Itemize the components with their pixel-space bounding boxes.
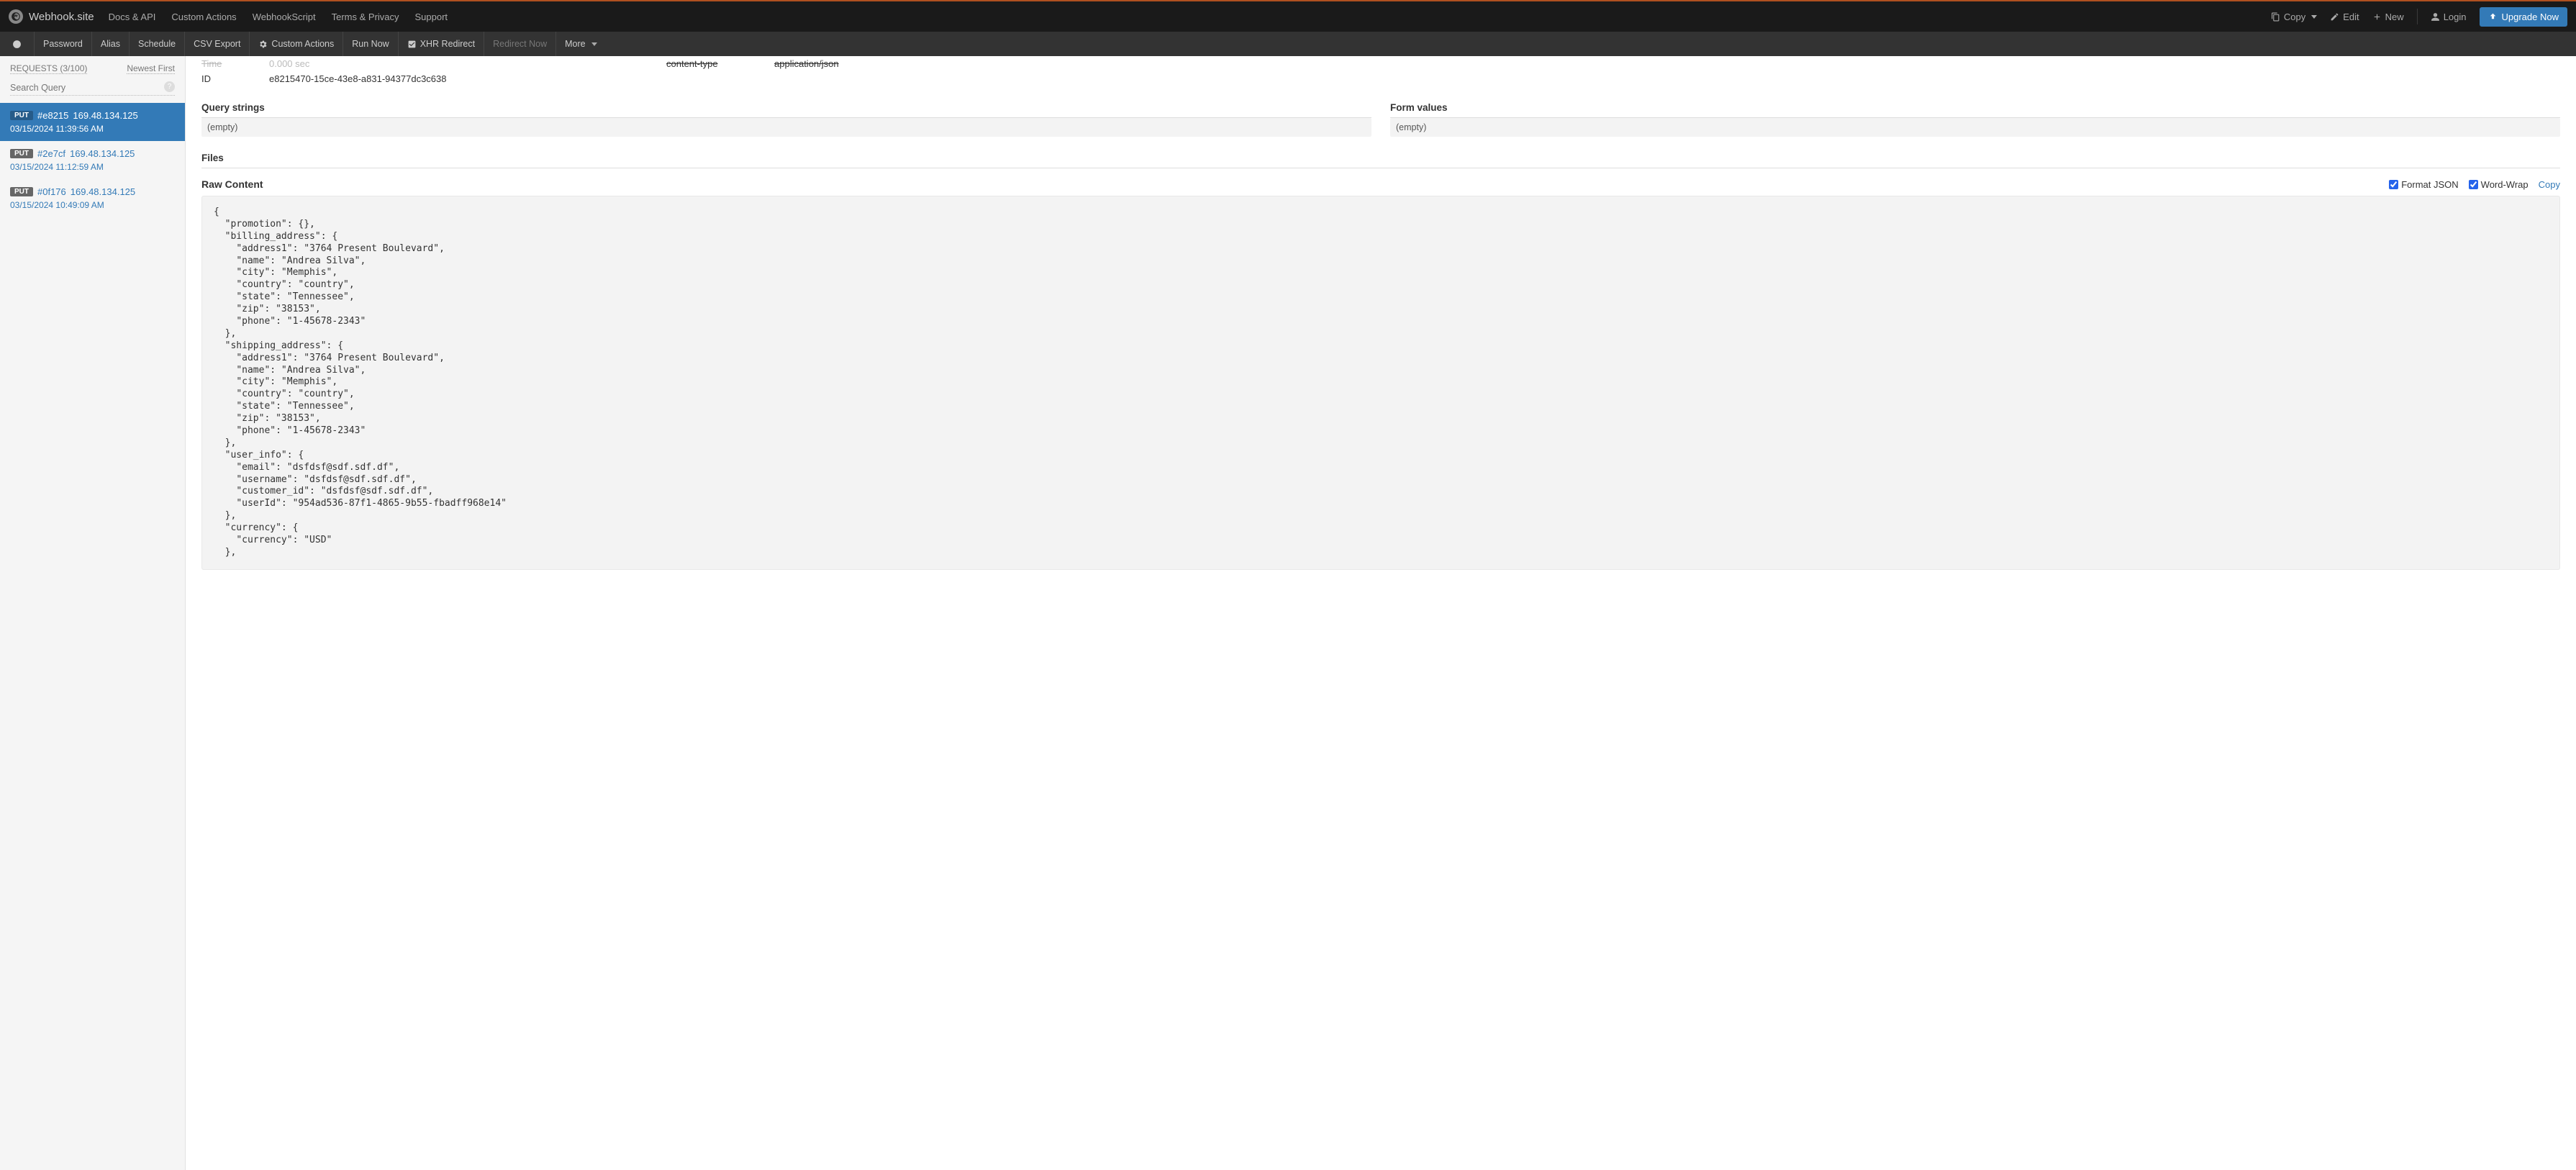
time-label: Time (201, 58, 269, 69)
form-values-heading: Form values (1390, 98, 2560, 118)
request-item[interactable]: PUT #2e7cf 169.48.134.125 03/15/2024 11:12… (0, 141, 185, 179)
edit-button[interactable]: Edit (2330, 12, 2359, 22)
method-badge: PUT (10, 187, 33, 196)
request-hash: #e8215 (37, 110, 68, 121)
nav-webhookscript[interactable]: WebhookScript (253, 12, 316, 22)
run-now-button[interactable]: Run Now (343, 32, 398, 56)
login-label: Login (2444, 12, 2467, 22)
form-values-empty: (empty) (1390, 118, 2560, 137)
top-navbar: Webhook.site Docs & API Custom Actions W… (0, 0, 2576, 32)
top-right-actions: Copy Edit New Login Upgrade Now (2271, 7, 2567, 27)
primary-nav: Docs & API Custom Actions WebhookScript … (109, 12, 2271, 22)
main-content: Time 0.000 sec ID e8215470-15ce-43e8-a83… (186, 56, 2576, 1170)
caret-down-icon (2311, 15, 2317, 19)
request-hash: #2e7cf (37, 148, 65, 159)
requests-sidebar: REQUESTS (3/100) Newest First ? PUT #e821… (0, 56, 186, 1170)
files-heading: Files (201, 147, 2560, 168)
word-wrap-checkbox[interactable] (2469, 180, 2478, 189)
nav-custom-actions[interactable]: Custom Actions (171, 12, 236, 22)
query-strings-heading: Query strings (201, 98, 1371, 118)
csv-export-button[interactable]: CSV Export (185, 32, 250, 56)
request-list: PUT #e8215 169.48.134.125 03/15/2024 11:39… (0, 103, 185, 217)
id-label: ID (201, 73, 269, 84)
alias-button[interactable]: Alias (92, 32, 130, 56)
time-value: 0.000 sec (269, 58, 309, 69)
sort-newest-first[interactable]: Newest First (127, 63, 175, 74)
search-input[interactable] (10, 81, 175, 96)
new-label: New (2385, 12, 2404, 22)
id-value: e8215470-15ce-43e8-a831-94377dc3c638 (269, 73, 447, 84)
request-time: 03/15/2024 11:12:59 AM (10, 162, 175, 172)
custom-actions-button[interactable]: Custom Actions (250, 32, 343, 56)
method-badge: PUT (10, 149, 33, 158)
schedule-button[interactable]: Schedule (130, 32, 185, 56)
request-item[interactable]: PUT #0f176 169.48.134.125 03/15/2024 10:49… (0, 179, 185, 217)
raw-content-box: { "promotion": {}, "billing_address": { … (201, 196, 2560, 570)
content-type-value: application/json (774, 58, 839, 69)
password-button[interactable]: Password (35, 32, 92, 56)
edit-label: Edit (2343, 12, 2359, 22)
login-button[interactable]: Login (2431, 12, 2467, 22)
user-icon (2431, 12, 2440, 22)
query-strings-empty: (empty) (201, 118, 1371, 137)
upgrade-label: Upgrade Now (2502, 12, 2559, 22)
upgrade-button[interactable]: Upgrade Now (2480, 7, 2568, 27)
edit-icon (2330, 12, 2339, 22)
xhr-redirect-button[interactable]: XHR Redirect (399, 32, 484, 56)
clock-icon (12, 40, 22, 49)
toolbar: Password Alias Schedule CSV Export Custo… (0, 32, 2576, 56)
word-wrap-toggle[interactable]: Word-Wrap (2469, 179, 2529, 190)
nav-support[interactable]: Support (415, 12, 448, 22)
copy-icon (2271, 12, 2280, 22)
request-ip: 169.48.134.125 (71, 186, 135, 197)
request-item[interactable]: PUT #e8215 169.48.134.125 03/15/2024 11:39… (0, 103, 185, 141)
requests-count[interactable]: REQUESTS (3/100) (10, 63, 87, 74)
plus-icon (2372, 12, 2382, 22)
checkbox-icon (407, 40, 417, 49)
redirect-now-button[interactable]: Redirect Now (484, 32, 556, 56)
request-time: 03/15/2024 11:39:56 AM (10, 124, 175, 134)
more-dropdown[interactable]: More (556, 32, 605, 56)
caret-down-icon (591, 42, 597, 46)
brand-link[interactable]: Webhook.site (9, 9, 94, 24)
search-help-icon[interactable]: ? (164, 81, 175, 92)
copy-label: Copy (2284, 12, 2305, 22)
clock-button[interactable] (0, 32, 35, 56)
nav-terms[interactable]: Terms & Privacy (332, 12, 399, 22)
request-ip: 169.48.134.125 (70, 148, 135, 159)
format-json-checkbox[interactable] (2389, 180, 2398, 189)
request-ip: 169.48.134.125 (73, 110, 137, 121)
raw-content-body[interactable]: { "promotion": {}, "billing_address": { … (214, 207, 2548, 559)
upgrade-icon (2488, 12, 2498, 22)
request-time: 03/15/2024 10:49:09 AM (10, 200, 175, 210)
gear-icon (258, 40, 268, 49)
separator (2417, 9, 2418, 24)
request-hash: #0f176 (37, 186, 66, 197)
new-button[interactable]: New (2372, 12, 2404, 22)
content-type-label: content-type (666, 58, 774, 69)
brand-logo-icon (9, 9, 23, 24)
raw-content-heading: Raw Content (201, 178, 263, 190)
format-json-toggle[interactable]: Format JSON (2389, 179, 2458, 190)
method-badge: PUT (10, 111, 33, 120)
nav-docs[interactable]: Docs & API (109, 12, 156, 22)
brand-text: Webhook.site (29, 11, 94, 23)
copy-dropdown[interactable]: Copy (2271, 12, 2317, 22)
copy-raw-button[interactable]: Copy (2539, 179, 2560, 190)
